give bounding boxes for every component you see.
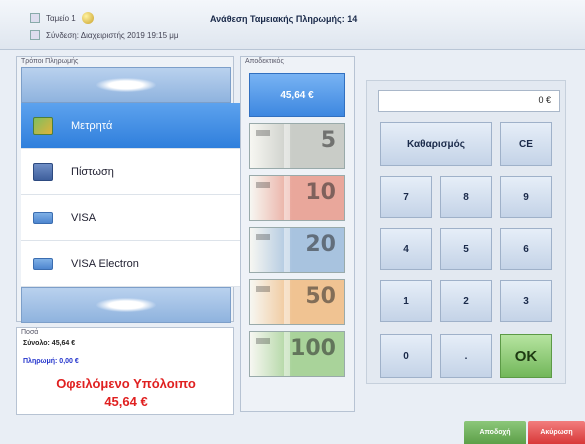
window-titlebar: Ταμείο 1 Σύνδεση: Διαχειριστής 2019 19:1… xyxy=(0,0,585,50)
euro-mark-icon xyxy=(256,182,270,188)
card-icon xyxy=(33,211,53,224)
payment-methods-panel: Τρόποι Πληρωμής Μετρητά Πίστωση VISA VIS… xyxy=(16,56,247,323)
payment-method-credit[interactable]: Πίστωση xyxy=(21,149,247,195)
amount-selection-panel: Αποδεκτικός 45,64 € 5 10 20 50 100 xyxy=(240,56,355,412)
banknote-value: 5 xyxy=(320,128,336,153)
titlebar-row-session: Σύνδεση: Διαχειριστής 2019 19:15 μμ xyxy=(30,30,178,40)
key-decimal-button[interactable]: . xyxy=(440,334,492,378)
amount-panel-caption: Αποδεκτικός xyxy=(245,58,284,65)
key-9-button[interactable]: 9 xyxy=(500,176,552,218)
user-icon xyxy=(30,30,40,40)
credit-icon xyxy=(33,162,53,181)
payment-method-visa[interactable]: VISA xyxy=(21,195,247,241)
security-stripe xyxy=(284,228,290,272)
euro-mark-icon xyxy=(256,338,270,344)
banknote-20-button[interactable]: 20 xyxy=(249,227,345,273)
key-1-button[interactable]: 1 xyxy=(380,280,432,322)
euro-mark-icon xyxy=(256,234,270,240)
key-2-button[interactable]: 2 xyxy=(440,280,492,322)
accept-button[interactable]: Αποδοχή xyxy=(464,421,526,444)
amounts-summary-panel: Ποσά Σύνολο: 45,64 € Πληρωμή: 0,00 € Οφε… xyxy=(16,327,234,415)
key-7-button[interactable]: 7 xyxy=(380,176,432,218)
payment-method-label: Πίστωση xyxy=(71,165,114,178)
payment-method-cash[interactable]: Μετρητά xyxy=(21,103,247,149)
scroll-down-button[interactable] xyxy=(21,287,231,323)
due-balance-value: 45,64 € xyxy=(104,394,148,409)
card-icon xyxy=(33,257,53,270)
total-amount: Σύνολο: 45,64 € xyxy=(23,340,76,347)
banknote-value: 100 xyxy=(290,336,336,361)
euro-mark-icon xyxy=(256,130,270,136)
register-label: Ταμείο 1 xyxy=(46,13,76,23)
security-stripe xyxy=(284,176,290,220)
key-5-button[interactable]: 5 xyxy=(440,228,492,270)
paid-amount: Πληρωμή: 0,00 € xyxy=(23,358,79,365)
scroll-up-button[interactable] xyxy=(21,67,231,103)
banknote-100-button[interactable]: 100 xyxy=(249,331,345,377)
chevron-up-icon xyxy=(96,78,156,92)
security-stripe xyxy=(284,124,290,168)
banknote-50-button[interactable]: 50 xyxy=(249,279,345,325)
chevron-down-icon xyxy=(96,298,156,312)
payment-method-label: VISA Electron xyxy=(71,257,139,270)
session-label: Σύνδεση: Διαχειριστής 2019 19:15 μμ xyxy=(46,30,179,40)
due-balance-label: Οφειλόμενο Υπόλοιπο xyxy=(56,376,196,391)
key-0-button[interactable]: 0 xyxy=(380,334,432,378)
euro-mark-icon xyxy=(256,286,270,292)
payment-method-visa-electron[interactable]: VISA Electron xyxy=(21,241,247,287)
coin-icon xyxy=(81,12,94,24)
window-title: Ανάθεση Ταμειακής Πληρωμής: 14 xyxy=(210,14,358,24)
summary-caption: Ποσά xyxy=(21,329,39,336)
exact-amount-button[interactable]: 45,64 € xyxy=(249,73,345,117)
ce-button[interactable]: CE xyxy=(500,122,552,166)
key-6-button[interactable]: 6 xyxy=(500,228,552,270)
payment-method-label: VISA xyxy=(71,211,97,224)
banknote-5-button[interactable]: 5 xyxy=(249,123,345,169)
register-icon xyxy=(30,13,40,23)
banknote-value: 20 xyxy=(305,232,336,257)
key-8-button[interactable]: 8 xyxy=(440,176,492,218)
security-stripe xyxy=(284,280,290,324)
banknote-10-button[interactable]: 10 xyxy=(249,175,345,221)
key-4-button[interactable]: 4 xyxy=(380,228,432,270)
banknote-value: 10 xyxy=(305,180,336,205)
clear-button[interactable]: Καθαρισμός xyxy=(380,122,492,166)
payment-method-label: Μετρητά xyxy=(71,119,113,132)
cash-icon xyxy=(33,116,53,135)
amount-input[interactable]: 0 € xyxy=(378,90,560,112)
payment-methods-caption: Τρόποι Πληρωμής xyxy=(21,58,79,65)
ok-button[interactable]: OK xyxy=(500,334,552,378)
cancel-button[interactable]: Ακύρωση xyxy=(528,421,585,444)
banknote-value: 50 xyxy=(305,284,336,309)
key-3-button[interactable]: 3 xyxy=(500,280,552,322)
titlebar-row-register: Ταμείο 1 xyxy=(30,12,94,24)
